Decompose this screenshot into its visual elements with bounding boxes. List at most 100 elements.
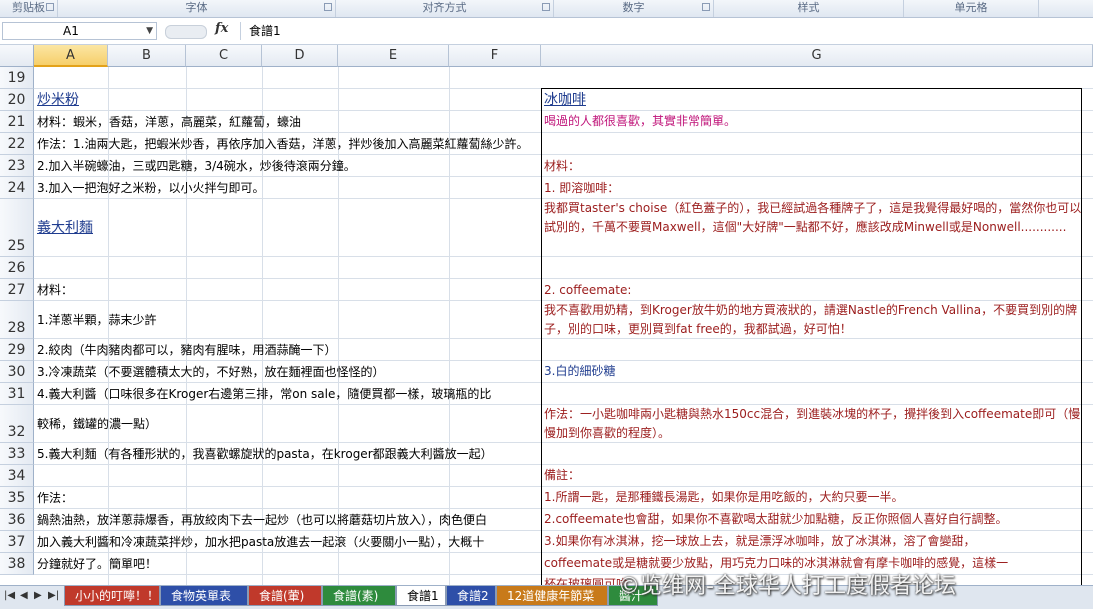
column-header-g[interactable]: G (541, 45, 1093, 67)
cell-text[interactable]: 1.所謂一匙，是那種鐵長湯匙，如果你是用吃飯的，大約只要一半。 (544, 488, 1082, 507)
recipe-title-spaghetti[interactable]: 義大利麵 (37, 219, 93, 237)
grid-line (34, 508, 1093, 509)
row-header[interactable]: 34 (0, 465, 34, 487)
cell-text[interactable]: 作法：一小匙咖啡兩小匙糖與熱水150cc混合，到進裝冰塊的杯子，攪拌後到入cof… (544, 405, 1082, 443)
sheet-tab-active[interactable]: 食譜1 (396, 586, 446, 606)
grid-line (34, 176, 1093, 177)
column-header-a[interactable]: A (34, 45, 108, 67)
cell-text[interactable]: 1. 即溶咖啡： (544, 179, 1082, 198)
row-header[interactable]: 26 (0, 257, 34, 279)
cell-text[interactable]: 3.冷凍蔬菜（不要選體積太大的，不好熟，放在麵裡面也怪怪的） (37, 363, 384, 381)
row-header[interactable]: 38 (0, 553, 34, 575)
grid-line (34, 132, 1093, 133)
grid-line (34, 464, 1093, 465)
row-header[interactable]: 28 (0, 301, 34, 339)
insert-function-icon[interactable]: fx (215, 21, 228, 36)
row-header[interactable]: 37 (0, 531, 34, 553)
ribbon-group-clipboard[interactable]: 剪贴板 (0, 0, 58, 17)
formula-bar: A1 ▼ fx 食譜1 (0, 18, 1093, 45)
grid-line (34, 278, 1093, 279)
dialog-launcher-icon[interactable] (542, 3, 550, 11)
row-header[interactable]: 36 (0, 509, 34, 531)
row-header[interactable]: 21 (0, 111, 34, 133)
next-sheet-icon[interactable]: ▶ (34, 590, 42, 601)
dialog-launcher-icon[interactable] (702, 3, 710, 11)
cell-text[interactable]: 2.絞肉（牛肉豬肉都可以，豬肉有腥味，用酒蒜醃一下） (37, 341, 336, 359)
row-header[interactable]: 35 (0, 487, 34, 509)
cell-text[interactable]: 我不喜歡用奶精，到Kroger放牛奶的地方買液狀的，請選Nastle的Frenc… (544, 301, 1082, 339)
row-header[interactable]: 22 (0, 133, 34, 155)
chevron-down-icon[interactable]: ▼ (146, 23, 153, 39)
select-all-corner[interactable] (0, 45, 34, 67)
column-header-e[interactable]: E (338, 45, 449, 67)
row-header[interactable]: 25 (0, 199, 34, 257)
sheet-tab[interactable]: 小小的叮嚀！！ (64, 586, 160, 606)
formula-bar-splitter[interactable] (165, 25, 207, 39)
last-sheet-icon[interactable]: ▶| (48, 590, 59, 601)
grid-line (34, 382, 1093, 383)
sheet-tab[interactable]: 12道健康年節菜 (496, 586, 608, 606)
dialog-launcher-icon[interactable] (324, 3, 332, 11)
column-header-d[interactable]: D (262, 45, 338, 67)
cell-text[interactable]: 材料：蝦米，香菇，洋蔥，高麗菜，紅蘿蔔，蠔油 (37, 113, 301, 131)
dialog-launcher-icon[interactable] (46, 3, 54, 11)
ribbon-group-font[interactable]: 字体 (58, 0, 336, 17)
ribbon-group-styles[interactable]: 样式 (714, 0, 904, 17)
grid-line (34, 88, 1093, 89)
cell-text[interactable]: 較稀，鐵罐的濃一點） (37, 415, 157, 433)
row-header[interactable]: 29 (0, 339, 34, 361)
row-header[interactable]: 31 (0, 383, 34, 405)
cell-text[interactable]: 4.義大利醬（口味很多在Kroger右邊第三排，常on sale，隨便買都一樣，… (37, 385, 491, 403)
cell-text[interactable]: 備註： (544, 466, 1082, 485)
cell-text[interactable]: 加入義大利醬和冷凍蔬菜拌炒，加水把pasta放進去一起滾（火要關小一點），大概十 (37, 533, 484, 551)
sheet-tab[interactable]: 食譜(素) (322, 586, 396, 606)
cell-text[interactable]: 1.洋蔥半顆，蒜末少許 (37, 311, 156, 329)
cell-text[interactable]: 3.如果你有冰淇淋，挖一球放上去，就是漂浮冰咖啡，放了冰淇淋，溶了會變甜， (544, 532, 1082, 551)
row-header[interactable]: 32 (0, 405, 34, 443)
grid-line (34, 486, 1093, 487)
cell-text[interactable]: 材料： (37, 281, 73, 299)
grid-line (34, 110, 1093, 111)
grid-line (34, 154, 1093, 155)
grid-line (34, 256, 1093, 257)
formula-input[interactable]: 食譜1 (240, 22, 1090, 40)
ribbon-group-cells[interactable]: 单元格 (904, 0, 1039, 17)
cell-text[interactable]: 喝過的人都很喜歡，其實非常簡單。 (544, 112, 1082, 131)
cell-text[interactable]: 2.coffeemate也會甜，如果你不喜歡喝太甜就少加點糖，反正你照個人喜好自… (544, 510, 1082, 529)
cell-text[interactable]: 作法：1.油兩大匙，把蝦米炒香，再依序加入香菇，洋蔥，拌炒後加入高麗菜紅蘿蔔絲少… (37, 135, 528, 153)
column-header-f[interactable]: F (449, 45, 541, 67)
cell-text[interactable]: 材料： (544, 157, 1082, 176)
watermark: ©览维网-全球华人打工度假者论坛 (618, 574, 956, 599)
cell-text[interactable]: 鍋熱油熱，放洋蔥蒜爆香，再放絞肉下去一起炒（也可以將蘑菇切片放入），肉色便白 (37, 511, 487, 529)
row-header[interactable]: 27 (0, 279, 34, 301)
row-header[interactable]: 24 (0, 177, 34, 199)
grid-line (34, 360, 1093, 361)
column-header-b[interactable]: B (108, 45, 186, 67)
sheet-tab[interactable]: 食譜(葷) (248, 586, 322, 606)
cell-text[interactable]: 我都買taster's choise（紅色蓋子的），我已經試過各種牌子了，這是我… (544, 199, 1082, 237)
cell-text[interactable]: 2.加入半碗蠔油，三或四匙糖，3/4碗水，炒後待滾兩分鐘。 (37, 157, 356, 175)
sheet-tab[interactable]: 食物英單表 (160, 586, 248, 606)
recipe-title-iced-coffee[interactable]: 冰咖啡 (544, 91, 1082, 110)
cell-text[interactable]: 3.白的細砂糖 (544, 362, 1082, 381)
row-header[interactable]: 19 (0, 67, 34, 89)
ribbon-group-alignment[interactable]: 对齐方式 (336, 0, 554, 17)
grid-line (34, 530, 1093, 531)
ribbon-group-number[interactable]: 数字 (554, 0, 714, 17)
cell-text[interactable]: 3.加入一把泡好之米粉，以小火拌勻即可。 (37, 179, 264, 197)
grid-line (34, 552, 1093, 553)
row-header[interactable]: 20 (0, 89, 34, 111)
cell-text[interactable]: 2. coffeemate: (544, 281, 1082, 300)
row-header[interactable]: 23 (0, 155, 34, 177)
row-header[interactable]: 33 (0, 443, 34, 465)
first-sheet-icon[interactable]: |◀ (4, 590, 15, 601)
prev-sheet-icon[interactable]: ◀ (20, 590, 28, 601)
recipe-title-fried-rice-noodles[interactable]: 炒米粉 (37, 91, 79, 109)
name-box[interactable]: A1 ▼ (2, 22, 157, 40)
row-header[interactable]: 30 (0, 361, 34, 383)
column-header-c[interactable]: C (186, 45, 262, 67)
cell-text[interactable]: 分鐘就好了。簡單吧！ (37, 555, 157, 573)
cell-text[interactable]: 作法： (37, 489, 73, 507)
cell-text[interactable]: 5.義大利麵（有各種形狀的，我喜歡螺旋狀的pasta，在kroger都跟義大利醬… (37, 445, 493, 463)
sheet-tab[interactable]: 食譜2 (446, 586, 496, 606)
